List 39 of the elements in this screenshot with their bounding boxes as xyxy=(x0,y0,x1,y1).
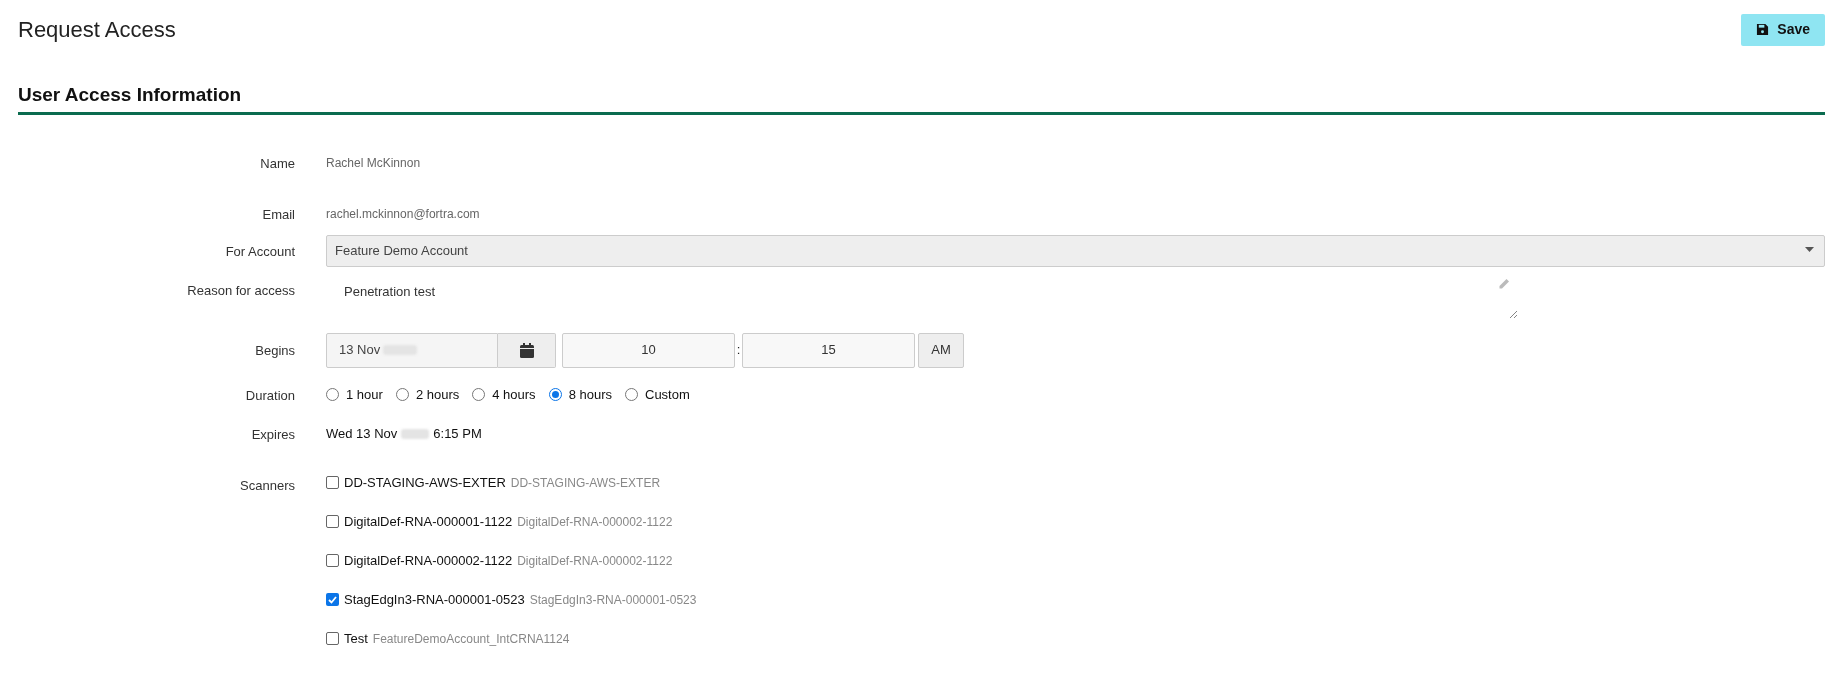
resize-handle-icon xyxy=(1509,309,1517,318)
field-label: Reason for access xyxy=(187,282,295,298)
calendar-icon xyxy=(519,342,534,358)
field-label: Duration xyxy=(245,387,295,403)
scanner-checkbox-row[interactable]: DigitalDef-RNA-000001-1122 DigitalDef-RNA-000002-1122 xyxy=(326,511,697,532)
time-separator: : xyxy=(735,341,742,360)
duration-radio[interactable]: 8 hours xyxy=(548,384,612,405)
scanner-checkbox-row[interactable]: Test FeatureDemoAccount_IntCRNA1124 xyxy=(326,628,697,649)
page-title: Request Access xyxy=(18,16,176,44)
account-select[interactable]: Feature Demo Account xyxy=(326,234,1825,267)
calendar-button[interactable] xyxy=(498,332,556,368)
hour-field[interactable]: 10 xyxy=(562,332,735,368)
pencil-icon xyxy=(1498,277,1510,290)
field-label: Email xyxy=(262,206,295,222)
section-heading: User Access Information xyxy=(18,83,243,107)
save-button[interactable]: Save xyxy=(1741,13,1825,46)
field-label: Begins xyxy=(255,343,295,358)
field-label: Expires xyxy=(251,426,295,442)
field-label: Name xyxy=(260,155,295,171)
duration-radio[interactable]: 2 hours xyxy=(395,384,460,405)
date-field[interactable]: 13 Nov xyxy=(326,332,498,368)
duration-radio[interactable]: Custom xyxy=(625,384,690,405)
redacted-block xyxy=(401,428,430,439)
name-value: Rachel McKinnon xyxy=(326,154,421,172)
field-label: For Account xyxy=(225,243,295,259)
field-label: Scanners xyxy=(240,477,295,493)
duration-radio[interactable]: 1 hour xyxy=(326,384,383,405)
am-pm-button[interactable]: AM xyxy=(918,332,964,368)
duration-radio[interactable]: 4 hours xyxy=(472,384,536,405)
reason-textarea[interactable]: Penetration test xyxy=(326,277,1522,326)
minute-field[interactable]: 15 xyxy=(742,332,915,368)
scanner-checkbox-row[interactable]: DD-STAGING-AWS-EXTER DD-STAGING-AWS-EXTER xyxy=(326,472,697,493)
caret-icon xyxy=(1805,246,1814,252)
scanner-checkbox-row[interactable]: StagEdgIn3-RNA-000001-0523 StagEdgIn3-RNA-000001-0523 xyxy=(326,589,697,610)
checkmark-icon xyxy=(328,595,337,604)
email-value: rachel.mckinnon@fortra.com xyxy=(326,205,480,223)
expires-time: 6:15 PM xyxy=(433,424,482,443)
expires-date: Wed 13 Nov xyxy=(326,424,398,443)
scanner-checkbox-row[interactable]: DigitalDef-RNA-000002-1122 DigitalDef-RNA-000002-1122 xyxy=(326,550,697,571)
